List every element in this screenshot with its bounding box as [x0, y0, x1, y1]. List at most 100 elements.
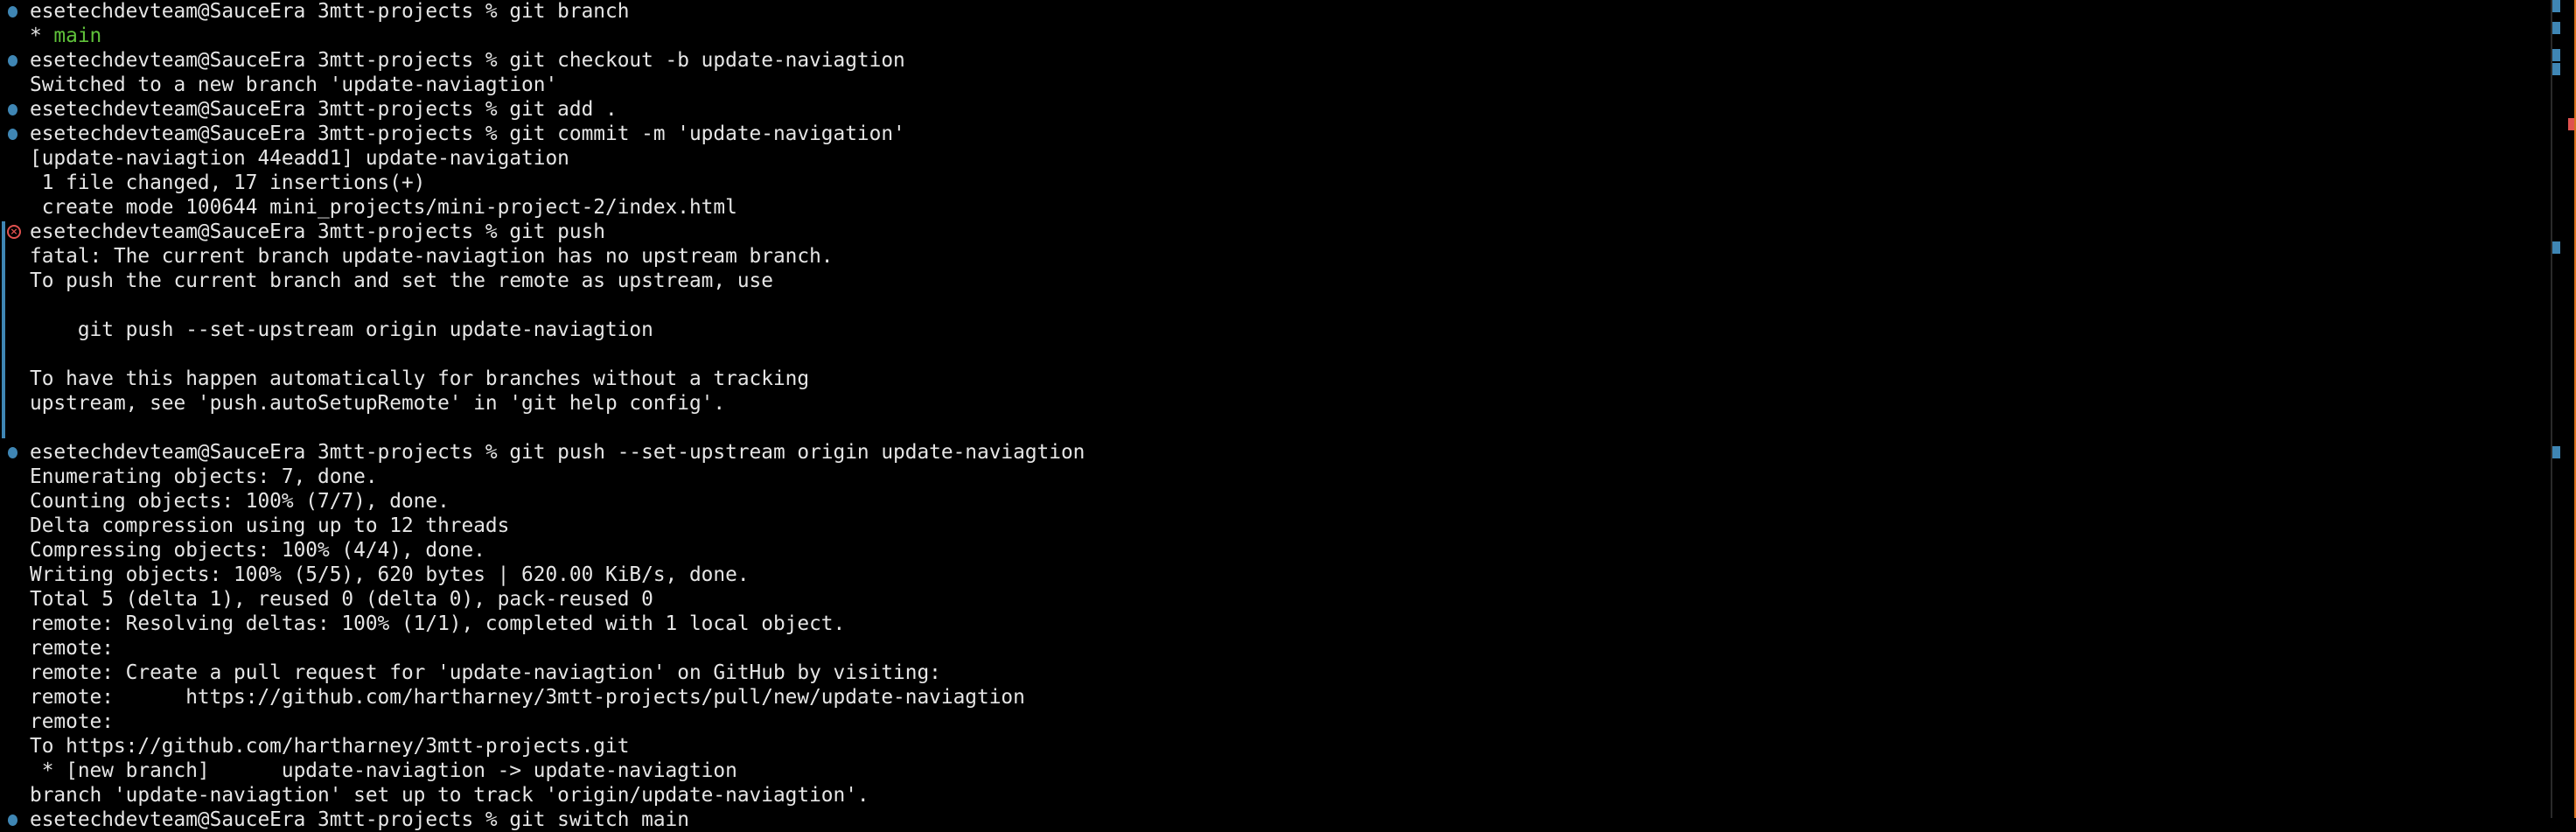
output-line: Enumerating objects: 7, done.: [0, 465, 2537, 489]
ruler-marker-success[interactable]: [2552, 446, 2560, 458]
command-success-icon[interactable]: [8, 6, 17, 17]
line-text: esetechdevteam@SauceEra 3mtt-projects % …: [30, 122, 905, 146]
output-line: remote:: [0, 636, 2537, 661]
line-text: esetechdevteam@SauceEra 3mtt-projects % …: [30, 440, 1085, 465]
ruler-marker-success[interactable]: [2552, 63, 2560, 75]
line-text: To push the current branch and set the r…: [30, 269, 773, 293]
text-segment: remote:: [30, 710, 114, 733]
line-text: [update-naviagtion 44eadd1] update-navig…: [30, 146, 569, 171]
overview-ruler[interactable]: [2551, 0, 2552, 818]
line-text: esetechdevteam@SauceEra 3mtt-projects % …: [30, 808, 689, 832]
line-text: esetechdevteam@SauceEra 3mtt-projects % …: [30, 220, 605, 244]
text-segment: remote: https://github.com/hartharney/3m…: [30, 686, 1025, 709]
command-line: esetechdevteam@SauceEra 3mtt-projects % …: [0, 48, 2537, 73]
line-text: upstream, see 'push.autoSetupRemote' in …: [30, 391, 725, 416]
command-success-icon[interactable]: [8, 815, 17, 826]
text-segment: esetechdevteam@SauceEra 3mtt-projects % …: [30, 98, 618, 121]
line-text: Compressing objects: 100% (4/4), done.: [30, 538, 485, 563]
line-text: remote:: [30, 710, 114, 734]
output-line: fatal: The current branch update-naviagt…: [0, 244, 2537, 269]
text-segment: esetechdevteam@SauceEra 3mtt-projects % …: [30, 808, 689, 831]
text-segment: remote:: [30, 637, 114, 660]
output-line: Writing objects: 100% (5/5), 620 bytes |…: [0, 563, 2537, 587]
ruler-marker-error[interactable]: [2568, 118, 2574, 130]
terminal-output[interactable]: esetechdevteam@SauceEra 3mtt-projects % …: [0, 0, 2550, 831]
line-text: * main: [30, 24, 101, 48]
text-segment: To push the current branch and set the r…: [30, 269, 773, 292]
text-segment: branch 'update-naviagtion' set up to tra…: [30, 784, 869, 807]
text-segment: Delta compression using up to 12 threads: [30, 514, 510, 537]
command-success-icon[interactable]: [8, 129, 17, 140]
line-text: 1 file changed, 17 insertions(+): [30, 171, 426, 195]
text-segment: * [new branch] update-naviagtion -> upda…: [30, 759, 737, 782]
text-segment: [update-naviagtion 44eadd1] update-navig…: [30, 147, 569, 170]
line-text: create mode 100644 mini_projects/mini-pr…: [30, 195, 737, 220]
output-line: 1 file changed, 17 insertions(+): [0, 171, 2537, 195]
ruler-marker-success[interactable]: [2552, 0, 2560, 12]
output-line: create mode 100644 mini_projects/mini-pr…: [0, 195, 2537, 220]
line-text: Writing objects: 100% (5/5), 620 bytes |…: [30, 563, 750, 587]
output-line: To have this happen automatically for br…: [0, 367, 2537, 391]
text-segment: To have this happen automatically for br…: [30, 367, 810, 390]
text-segment: esetechdevteam@SauceEra 3mtt-projects % …: [30, 49, 905, 72]
output-line: [update-naviagtion 44eadd1] update-navig…: [0, 146, 2537, 171]
current-branch-name: main: [53, 24, 102, 47]
ruler-marker-success[interactable]: [2552, 241, 2560, 254]
line-text: * [new branch] update-naviagtion -> upda…: [30, 759, 737, 783]
text-segment: esetechdevteam@SauceEra 3mtt-projects % …: [30, 220, 606, 243]
output-line: Counting objects: 100% (7/7), done.: [0, 489, 2537, 514]
text-segment: create mode 100644 mini_projects/mini-pr…: [30, 196, 737, 219]
text-segment: Writing objects: 100% (5/5), 620 bytes |…: [30, 563, 750, 586]
line-text: esetechdevteam@SauceEra 3mtt-projects % …: [30, 97, 618, 122]
text-segment: esetechdevteam@SauceEra 3mtt-projects % …: [30, 122, 905, 145]
output-line: Switched to a new branch 'update-naviagt…: [0, 73, 2537, 97]
line-text: Counting objects: 100% (7/7), done.: [30, 489, 450, 514]
text-segment: Total 5 (delta 1), reused 0 (delta 0), p…: [30, 588, 653, 611]
command-line: esetechdevteam@SauceEra 3mtt-projects % …: [0, 440, 2537, 465]
line-text: remote: https://github.com/hartharney/3m…: [30, 685, 1025, 710]
command-line: esetechdevteam@SauceEra 3mtt-projects % …: [0, 97, 2537, 122]
command-success-icon[interactable]: [8, 55, 17, 66]
text-segment: upstream, see 'push.autoSetupRemote' in …: [30, 392, 726, 415]
output-line: remote: Create a pull request for 'updat…: [0, 661, 2537, 685]
text-segment: Enumerating objects: 7, done.: [30, 465, 378, 488]
text-segment: git push --set-upstream origin update-na…: [30, 318, 653, 341]
text-segment: remote: Resolving deltas: 100% (1/1), co…: [30, 612, 846, 635]
line-text: remote: Resolving deltas: 100% (1/1), co…: [30, 612, 845, 636]
line-text: remote:: [30, 636, 114, 661]
command-line: esetechdevteam@SauceEra 3mtt-projects % …: [0, 0, 2537, 24]
output-line: upstream, see 'push.autoSetupRemote' in …: [0, 391, 2537, 416]
output-line: remote: Resolving deltas: 100% (1/1), co…: [0, 612, 2537, 636]
text-segment: remote: Create a pull request for 'updat…: [30, 661, 941, 684]
line-text: Enumerating objects: 7, done.: [30, 465, 378, 489]
output-line: Compressing objects: 100% (4/4), done.: [0, 538, 2537, 563]
line-text: Switched to a new branch 'update-naviagt…: [30, 73, 557, 97]
error-command-block-bar: [2, 221, 5, 438]
command-line: esetechdevteam@SauceEra 3mtt-projects % …: [0, 122, 2537, 146]
command-line: esetechdevteam@SauceEra 3mtt-projects % …: [0, 808, 2537, 832]
command-error-icon[interactable]: ×: [7, 225, 21, 239]
output-line: To https://github.com/hartharney/3mtt-pr…: [0, 734, 2537, 759]
text-segment: esetechdevteam@SauceEra 3mtt-projects % …: [30, 441, 1086, 464]
command-line: × esetechdevteam@SauceEra 3mtt-projects %…: [0, 220, 2537, 244]
ruler-marker-success[interactable]: [2552, 22, 2560, 34]
output-line: To push the current branch and set the r…: [0, 269, 2537, 293]
output-line: remote: https://github.com/hartharney/3m…: [0, 685, 2537, 710]
text-segment: Counting objects: 100% (7/7), done.: [30, 490, 450, 513]
text-segment: Switched to a new branch 'update-naviagt…: [30, 73, 558, 96]
line-text: To have this happen automatically for br…: [30, 367, 809, 391]
output-line: Total 5 (delta 1), reused 0 (delta 0), p…: [0, 587, 2537, 612]
output-line: branch 'update-naviagtion' set up to tra…: [0, 783, 2537, 808]
command-success-icon[interactable]: [8, 104, 17, 115]
output-line: Delta compression using up to 12 threads: [0, 514, 2537, 538]
output-line: * [new branch] update-naviagtion -> upda…: [0, 759, 2537, 783]
command-success-icon[interactable]: [8, 447, 17, 458]
text-segment: 1 file changed, 17 insertions(+): [30, 171, 426, 194]
ruler-marker-success[interactable]: [2552, 49, 2560, 61]
output-line: remote:: [0, 710, 2537, 734]
line-text: git push --set-upstream origin update-na…: [30, 318, 653, 342]
output-line: * main: [0, 24, 2537, 48]
